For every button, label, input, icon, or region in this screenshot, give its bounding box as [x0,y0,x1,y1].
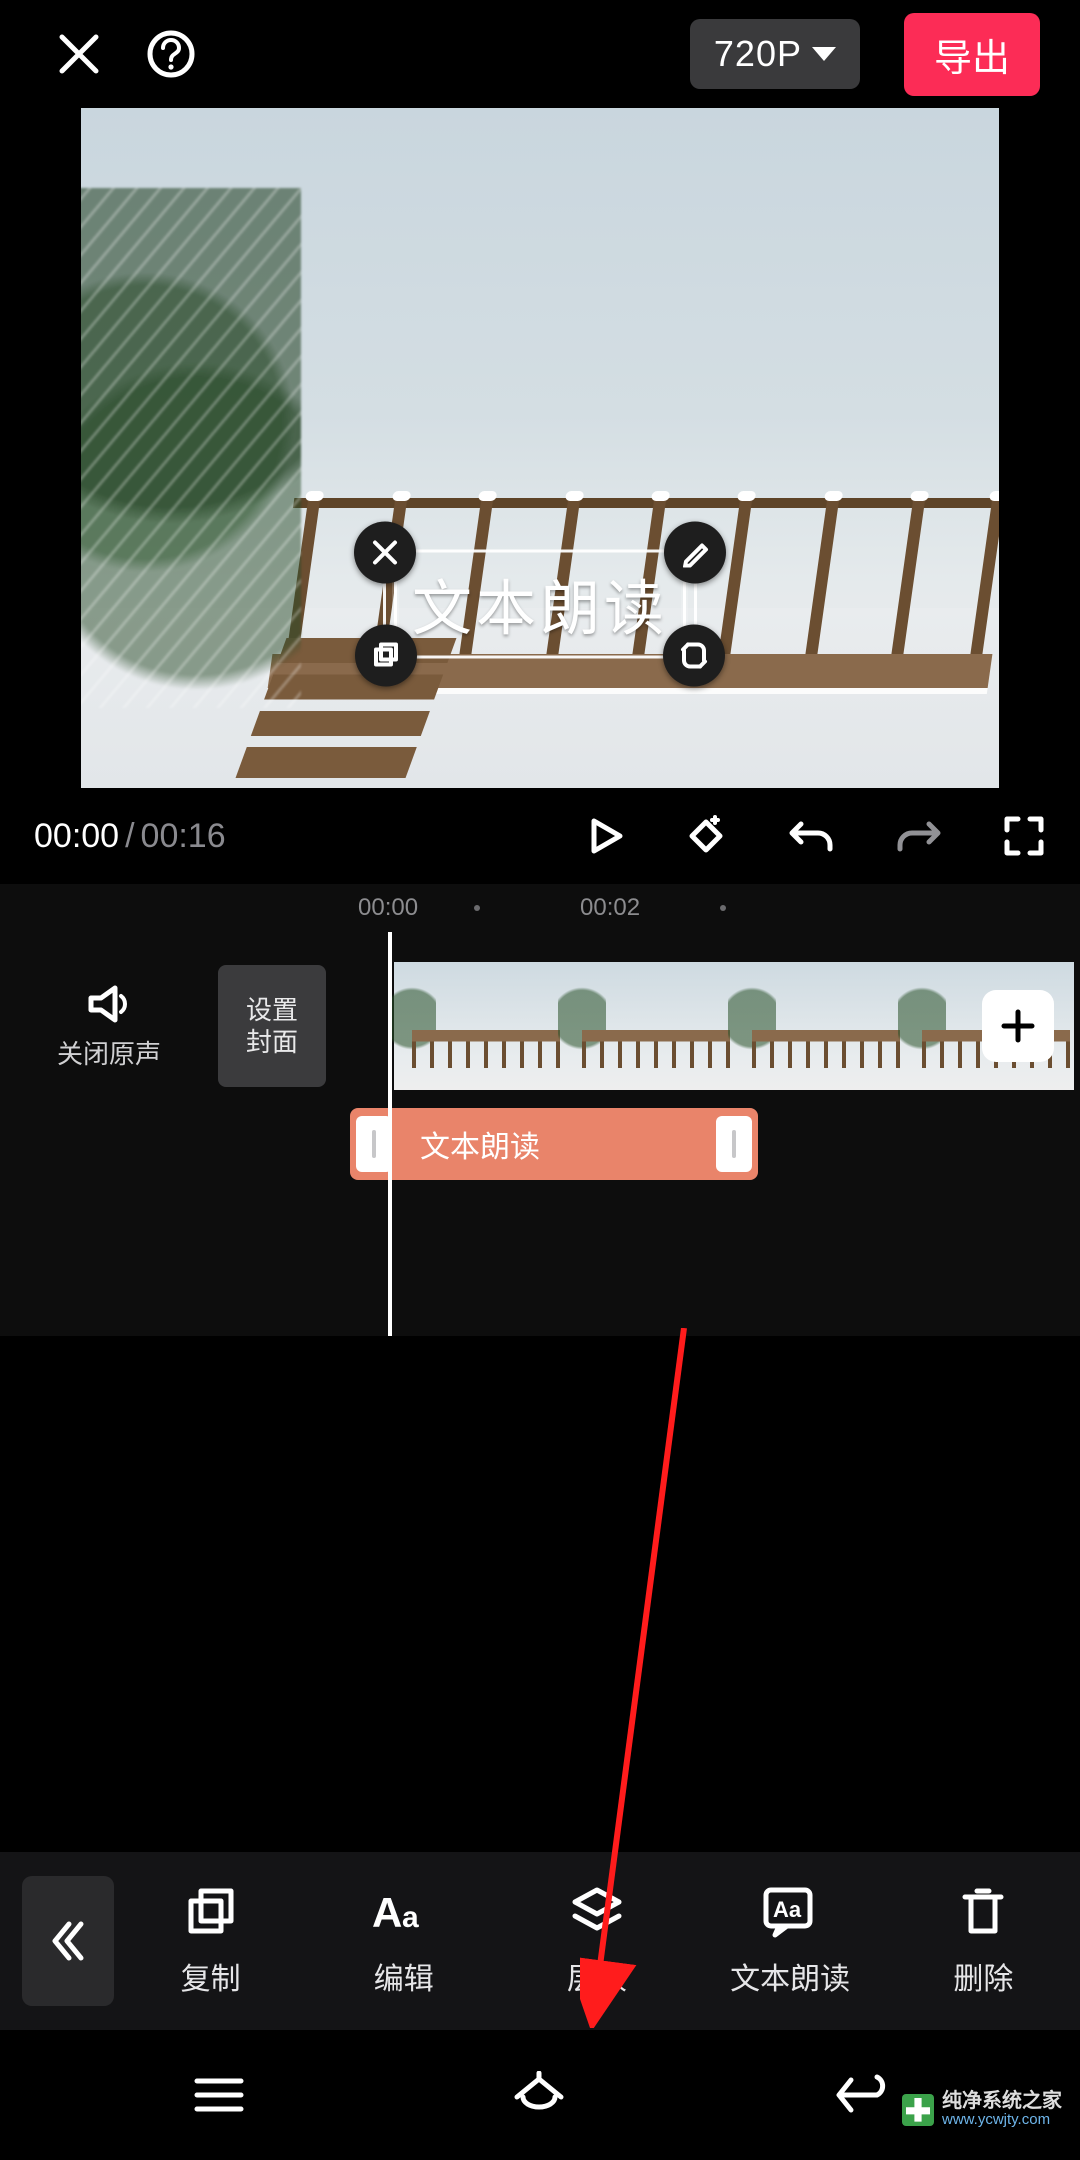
ruler-dot [720,905,726,911]
total-time: 00:16 [141,817,226,856]
tool-copy[interactable]: 复制 [136,1884,286,1998]
keyframe-button[interactable] [684,814,728,858]
export-button[interactable]: 导出 [904,13,1040,96]
tool-label: 层级 [567,1954,627,1998]
text-clip[interactable]: 文本朗读 [350,1108,758,1180]
video-preview[interactable]: 文本朗读 [81,108,999,788]
undo-button[interactable] [786,814,836,858]
clip-thumb [394,962,564,1090]
resolution-selector[interactable]: 720P [690,19,860,89]
help-button[interactable] [146,29,196,79]
tool-label: 删除 [953,1954,1013,1998]
cover-line2: 封面 [246,1026,298,1059]
clip-track[interactable] [344,962,1080,1090]
nav-home-button[interactable] [509,2071,569,2119]
tool-label: 复制 [181,1954,241,1998]
fullscreen-button[interactable] [1002,814,1046,858]
text-delete-handle[interactable] [354,522,416,584]
nav-back-button[interactable] [831,2072,889,2118]
tool-delete[interactable]: 删除 [908,1884,1058,1998]
text-clip-label: 文本朗读 [420,1122,540,1166]
clip-handle-right[interactable] [716,1116,752,1172]
video-track-row: 关闭原声 设置 封面 [0,962,1080,1090]
close-button[interactable] [56,31,102,77]
redo-button[interactable] [894,814,944,858]
plus-icon [999,1007,1037,1045]
text-scale-handle[interactable] [663,625,725,687]
menu-icon [191,2073,247,2117]
tool-label: 文本朗读 [730,1954,850,1998]
time-separator: / [125,817,134,856]
preview-tree [81,188,301,708]
text-overlay-label: 文本朗读 [412,576,668,643]
clip-thumb [564,962,734,1090]
text-edit-icon: Aa [372,1884,436,1940]
back-icon [831,2072,889,2118]
timeline[interactable]: 00:00 00:02 关闭原声 设置 封面 文本朗读 [0,884,1080,1336]
resolution-label: 720P [714,33,802,75]
text-track-row: 文本朗读 [0,1108,1080,1186]
watermark-name: 纯净系统之家 [942,2091,1062,2112]
playback-bar: 00:00 / 00:16 [0,788,1080,884]
tool-edit[interactable]: Aa 编辑 [329,1884,479,1998]
chevron-double-left-icon [49,1918,87,1964]
text-speech-icon: Aa [761,1884,819,1940]
speaker-icon [85,982,133,1026]
play-button[interactable] [584,815,626,857]
text-edit-handle[interactable] [664,522,726,584]
text-copy-handle[interactable] [355,625,417,687]
watermark: 纯净系统之家 www.ycwjty.com [902,2091,1062,2128]
tool-text-to-speech[interactable]: Aa 文本朗读 [715,1884,865,1998]
home-icon [509,2071,569,2119]
ruler-time-0: 00:00 [358,894,418,922]
video-clip[interactable] [394,962,1074,1090]
current-time: 00:00 [34,817,119,856]
mute-original-button[interactable]: 关闭原声 [0,982,218,1071]
svg-text:a: a [402,1901,419,1934]
add-clip-button[interactable] [982,990,1054,1062]
set-cover-button[interactable]: 设置 封面 [218,965,326,1087]
top-bar: 720P 导出 [0,0,1080,108]
watermark-url: www.ycwjty.com [942,2112,1062,2128]
clip-handle-left[interactable] [356,1116,392,1172]
ruler-time-1: 00:02 [580,894,640,922]
nav-menu-button[interactable] [191,2073,247,2117]
layers-icon [569,1884,625,1940]
tool-layer[interactable]: 层级 [522,1884,672,1998]
chevron-down-icon [812,47,836,61]
edit-toolbar: 复制 Aa 编辑 层级 Aa 文本朗读 删除 [0,1852,1080,2030]
text-overlay-box[interactable]: 文本朗读 [383,550,697,659]
cover-line1: 设置 [246,994,298,1027]
svg-text:Aa: Aa [773,1897,802,1922]
copy-icon [184,1884,238,1940]
playhead[interactable] [388,932,392,1336]
timeline-ruler[interactable]: 00:00 00:02 [0,884,1080,932]
clip-thumb [734,962,904,1090]
mute-label: 关闭原声 [57,1034,161,1071]
ruler-dot [474,905,480,911]
svg-text:A: A [372,1889,402,1936]
toolbar-back-button[interactable] [22,1876,114,2006]
watermark-logo-icon [902,2094,934,2126]
tool-label: 编辑 [374,1954,434,1998]
trash-icon [959,1884,1007,1940]
